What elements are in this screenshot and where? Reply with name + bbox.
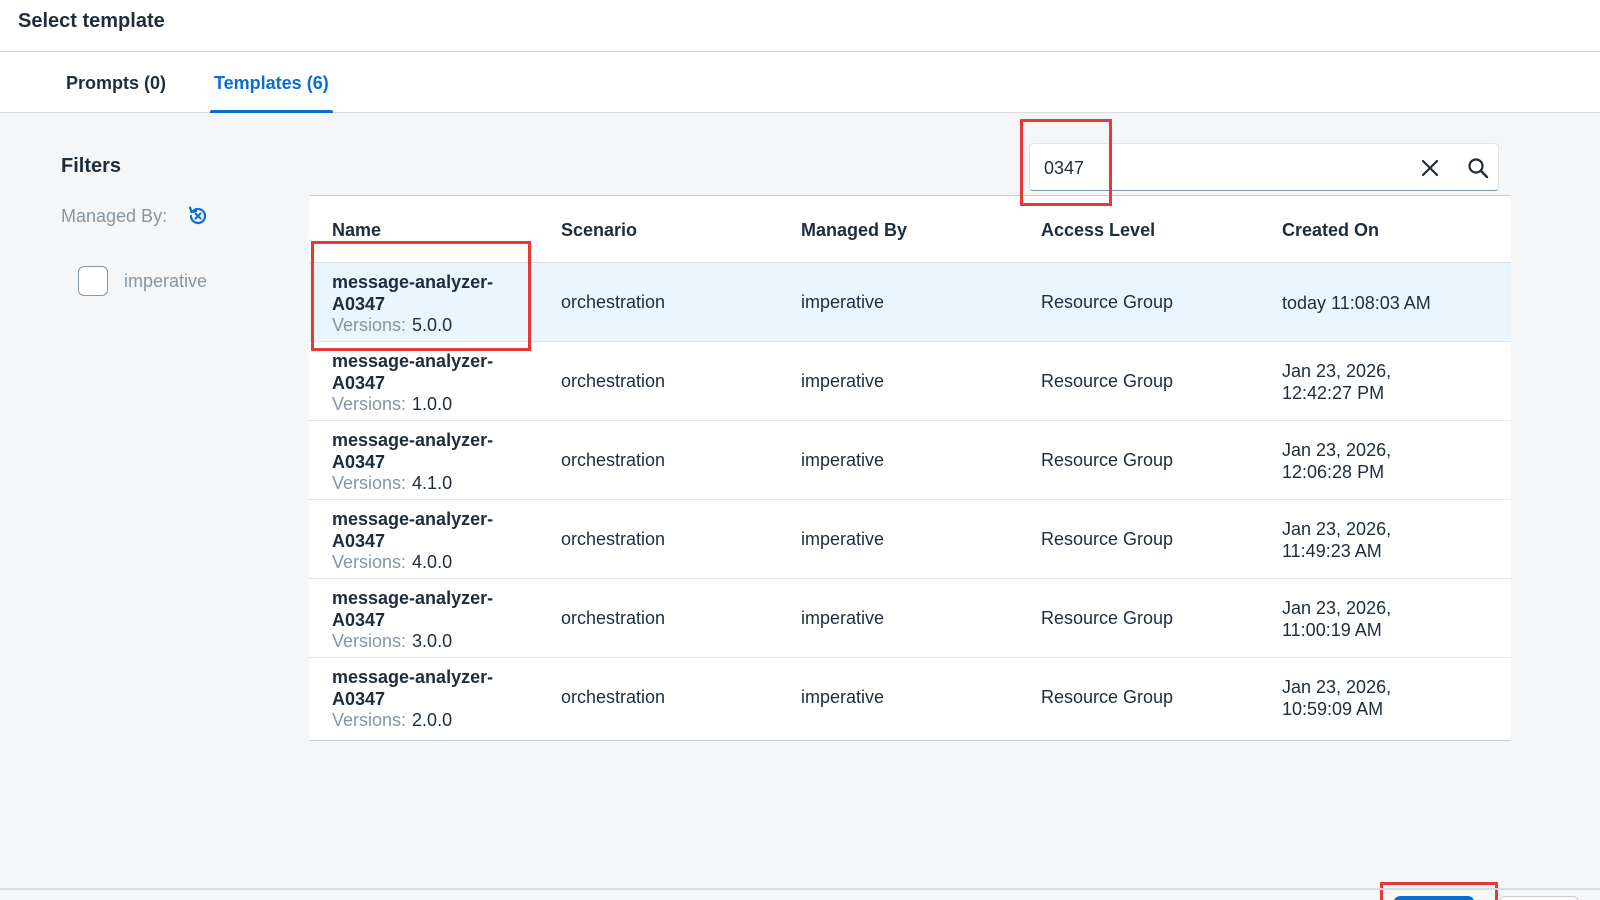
versions-label: Versions:	[332, 552, 407, 572]
table-row[interactable]: message-analyzer-A0347 Versions: 4.1.0 or…	[309, 421, 1511, 500]
search-icon[interactable]	[1466, 156, 1490, 180]
column-header-name[interactable]: Name	[332, 220, 381, 241]
cell-created-on: today 11:08:03 AM	[1282, 293, 1431, 313]
versions-label: Versions:	[332, 394, 407, 414]
version-value: 5.0.0	[412, 315, 453, 335]
versions-label: Versions:	[332, 710, 407, 730]
version-value: 2.0.0	[412, 710, 453, 730]
template-versions: Versions: 4.1.0	[332, 473, 452, 494]
version-value: 3.0.0	[412, 631, 453, 651]
cell-created-on: Jan 23, 2026, 10:59:09 AM	[1282, 677, 1392, 719]
version-value: 4.1.0	[412, 473, 453, 493]
template-versions: Versions: 2.0.0	[332, 710, 452, 731]
template-name: message-analyzer-A0347	[332, 588, 494, 630]
cell-managed-by: imperative	[801, 450, 885, 470]
template-name: message-analyzer-A0347	[332, 667, 494, 709]
cell-managed-by: imperative	[801, 608, 885, 628]
filter-checkbox-label: imperative	[124, 271, 208, 291]
select-button[interactable]	[1394, 896, 1474, 900]
cell-created-on: Jan 23, 2026, 12:42:27 PM	[1282, 361, 1392, 403]
template-versions: Versions: 5.0.0	[332, 315, 452, 336]
cell-access-level: Resource Group	[1041, 450, 1174, 470]
reset-filter-icon[interactable]	[186, 204, 210, 228]
column-header-created-on[interactable]: Created On	[1282, 220, 1379, 241]
versions-label: Versions:	[332, 631, 407, 651]
search-field[interactable]	[1029, 143, 1499, 191]
cell-created-on: Jan 23, 2026, 11:00:19 AM	[1282, 598, 1392, 640]
cell-managed-by: imperative	[801, 529, 885, 549]
table-row[interactable]: message-analyzer-A0347 Versions: 1.0.0 or…	[309, 342, 1511, 421]
cell-access-level: Resource Group	[1041, 292, 1174, 312]
cell-managed-by: imperative	[801, 687, 885, 707]
cell-scenario: orchestration	[561, 529, 666, 549]
table-header: Name Scenario Managed By Access Level Cr…	[309, 196, 1511, 263]
versions-label: Versions:	[332, 315, 407, 335]
cell-scenario: orchestration	[561, 687, 666, 707]
filter-checkbox-imperative[interactable]	[78, 266, 108, 296]
cell-scenario: orchestration	[561, 371, 666, 391]
template-name: message-analyzer-A0347	[332, 272, 494, 314]
cell-managed-by: imperative	[801, 292, 885, 312]
cancel-button[interactable]	[1499, 896, 1579, 900]
table-row[interactable]: message-analyzer-A0347 Versions: 2.0.0 or…	[309, 658, 1511, 737]
filters-title: Filters	[61, 155, 122, 177]
tab-prompts[interactable]: Prompts (0)	[66, 53, 166, 113]
table-row[interactable]: message-analyzer-A0347 Versions: 5.0.0 or…	[309, 263, 1511, 342]
cell-created-on: Jan 23, 2026, 11:49:23 AM	[1282, 519, 1392, 561]
cell-access-level: Resource Group	[1041, 687, 1174, 707]
close-icon[interactable]	[1418, 156, 1442, 180]
cell-managed-by: imperative	[801, 371, 885, 391]
cell-scenario: orchestration	[561, 450, 666, 470]
template-versions: Versions: 1.0.0	[332, 394, 452, 415]
table-row[interactable]: message-analyzer-A0347 Versions: 4.0.0 or…	[309, 500, 1511, 579]
managed-by-label: Managed By:	[61, 206, 168, 226]
column-header-access-level[interactable]: Access Level	[1041, 220, 1155, 241]
table-row[interactable]: message-analyzer-A0347 Versions: 3.0.0 or…	[309, 579, 1511, 658]
version-value: 4.0.0	[412, 552, 453, 572]
template-versions: Versions: 4.0.0	[332, 552, 452, 573]
cell-access-level: Resource Group	[1041, 608, 1174, 628]
template-name: message-analyzer-A0347	[332, 509, 494, 551]
column-header-managed-by[interactable]: Managed By	[801, 220, 907, 241]
version-value: 1.0.0	[412, 394, 453, 414]
template-versions: Versions: 3.0.0	[332, 631, 452, 652]
cell-scenario: orchestration	[561, 292, 666, 312]
cell-created-on: Jan 23, 2026, 12:06:28 PM	[1282, 440, 1392, 482]
cell-scenario: orchestration	[561, 608, 666, 628]
column-header-scenario[interactable]: Scenario	[561, 220, 637, 241]
cell-access-level: Resource Group	[1041, 529, 1174, 549]
templates-table: Name Scenario Managed By Access Level Cr…	[309, 195, 1511, 741]
tab-templates[interactable]: Templates (6)	[210, 53, 333, 113]
dialog-title: Select template	[18, 10, 165, 32]
versions-label: Versions:	[332, 473, 407, 493]
tab-bar: Prompts (0) Templates (6)	[0, 53, 1600, 113]
template-name: message-analyzer-A0347	[332, 351, 494, 393]
dialog-header: Select template	[0, 0, 1600, 52]
footer-divider	[0, 888, 1600, 890]
search-input[interactable]	[1044, 154, 1404, 182]
cell-access-level: Resource Group	[1041, 371, 1174, 391]
template-name: message-analyzer-A0347	[332, 430, 494, 472]
